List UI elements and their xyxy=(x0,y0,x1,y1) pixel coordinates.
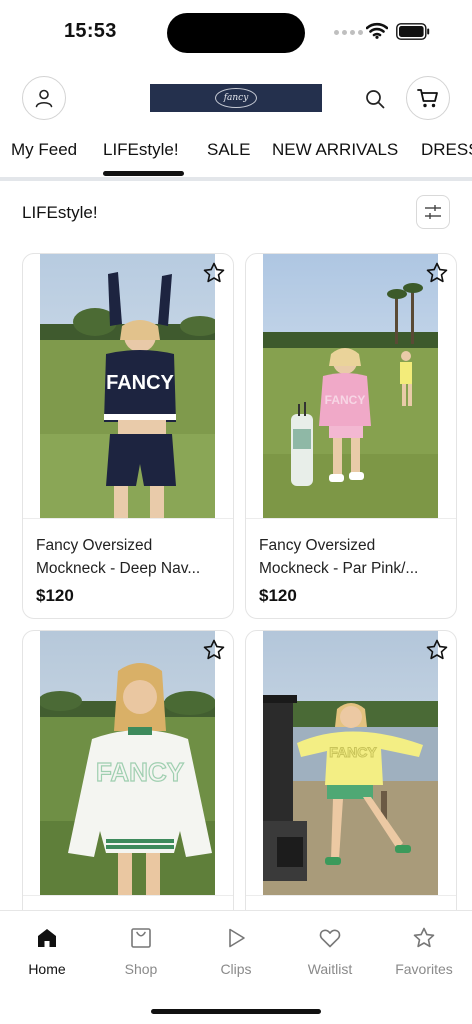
logo-oval: fancy xyxy=(215,88,257,108)
image-divider xyxy=(246,518,456,519)
product-name-line2: Mockneck - Par Pink/... xyxy=(259,560,419,577)
tab-lifestyle[interactable]: LIFEstyle! xyxy=(103,140,179,160)
tabs-divider xyxy=(0,177,472,181)
image-divider xyxy=(246,895,456,896)
star-icon xyxy=(203,639,225,660)
star-icon xyxy=(203,262,225,283)
star-icon xyxy=(426,262,448,283)
favorite-button[interactable] xyxy=(201,637,227,663)
status-time: 15:53 xyxy=(64,20,117,42)
product-name: Fancy Oversized Mockneck - Deep Nav... xyxy=(36,534,222,580)
svg-text:FANCY: FANCY xyxy=(96,757,184,787)
dynamic-island xyxy=(167,13,305,53)
favorite-button[interactable] xyxy=(424,260,450,286)
product-image[interactable]: FANCY xyxy=(40,631,215,895)
product-name-line1: Fancy Oversized xyxy=(36,537,153,554)
category-tabs: My Feed LIFEstyle! SALE NEW ARRIVALS DRE… xyxy=(0,136,472,180)
brand-logo[interactable]: fancy xyxy=(150,84,322,112)
home-icon xyxy=(34,925,60,951)
product-name: Fancy Oversized Mockneck - Par Pink/... xyxy=(259,534,445,580)
app-header: fancy xyxy=(0,76,472,122)
sliders-icon xyxy=(425,205,441,219)
product-image[interactable]: FANCY xyxy=(263,631,438,895)
product-card[interactable]: FANCY Fancy Oversized Mockneck - Deep Na… xyxy=(22,253,234,619)
nav-clips[interactable]: Clips xyxy=(189,925,283,977)
cellular-signal-icon xyxy=(334,30,363,35)
star-icon xyxy=(426,639,448,660)
product-card[interactable]: FANCY Fancy Oversized Mockneck - Par Pin… xyxy=(245,253,457,619)
nav-home[interactable]: Home xyxy=(0,925,94,977)
svg-text:FANCY: FANCY xyxy=(106,372,174,394)
nav-label: Waitlist xyxy=(307,961,353,977)
tab-dresses[interactable]: DRESSES xyxy=(421,140,472,160)
logo-text: fancy xyxy=(223,93,249,103)
play-icon xyxy=(223,925,249,951)
bottom-tab-bar: Home Shop Clips Waitlist Favorites xyxy=(0,910,472,1024)
filter-button[interactable] xyxy=(416,195,450,229)
favorite-button[interactable] xyxy=(201,260,227,286)
star-icon xyxy=(411,925,437,951)
cart-button[interactable] xyxy=(406,76,450,120)
active-tab-indicator xyxy=(103,171,184,176)
tab-new-arrivals[interactable]: NEW ARRIVALS xyxy=(272,140,398,160)
image-divider xyxy=(23,895,233,896)
user-icon xyxy=(35,89,53,108)
battery-icon xyxy=(396,23,430,40)
product-price: $120 xyxy=(259,586,297,605)
nav-favorites[interactable]: Favorites xyxy=(377,925,471,977)
home-indicator[interactable] xyxy=(151,1009,321,1014)
product-name-line2: Mockneck - Deep Nav... xyxy=(36,560,201,577)
image-divider xyxy=(23,518,233,519)
search-icon xyxy=(366,90,385,109)
cart-icon xyxy=(417,89,438,108)
product-image[interactable]: FANCY xyxy=(40,254,215,518)
product-image[interactable]: FANCY xyxy=(263,254,438,518)
nav-label: Favorites xyxy=(395,961,453,977)
nav-label: Shop xyxy=(124,961,158,977)
nav-shop[interactable]: Shop xyxy=(94,925,188,977)
nav-label: Home xyxy=(28,961,66,977)
tab-my-feed[interactable]: My Feed xyxy=(11,140,77,160)
svg-text:FANCY: FANCY xyxy=(329,744,377,760)
status-bar: 15:53 xyxy=(0,0,472,64)
wifi-icon xyxy=(366,22,388,39)
product-card[interactable]: FANCY xyxy=(245,630,457,930)
shopping-bag-icon xyxy=(128,925,154,951)
tab-sale[interactable]: SALE xyxy=(207,140,250,160)
product-name-line1: Fancy Oversized xyxy=(259,537,376,554)
svg-text:FANCY: FANCY xyxy=(325,393,366,407)
favorite-button[interactable] xyxy=(424,637,450,663)
section-title: LIFEstyle! xyxy=(22,203,98,222)
product-card[interactable]: FANCY xyxy=(22,630,234,930)
heart-icon xyxy=(317,925,343,951)
product-price: $120 xyxy=(36,586,74,605)
nav-label: Clips xyxy=(220,961,252,977)
nav-waitlist[interactable]: Waitlist xyxy=(283,925,377,977)
search-button[interactable] xyxy=(362,86,388,112)
account-button[interactable] xyxy=(22,76,66,120)
